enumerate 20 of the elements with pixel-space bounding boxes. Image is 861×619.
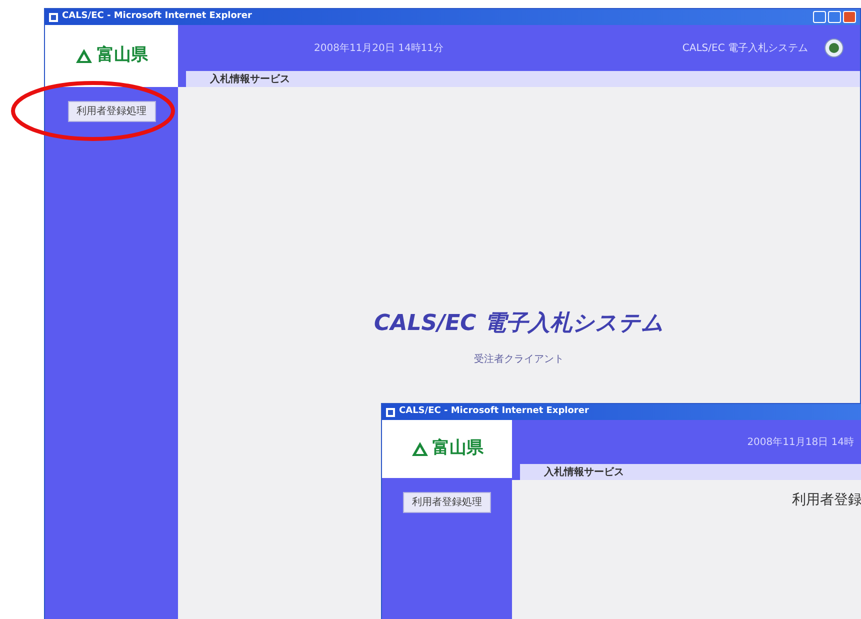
browser-icon <box>386 408 395 416</box>
window-title: CALS/EC - Microsoft Internet Explorer <box>399 405 589 418</box>
system-name: CALS/EC 電子入札システム <box>682 42 808 56</box>
mountain-logo-icon <box>410 441 428 457</box>
maximize-button[interactable] <box>828 11 841 23</box>
system-title: CALS/EC 電子入札システム <box>374 310 664 338</box>
date-time: 2008年11月18日 14時 <box>747 436 854 450</box>
sidebar-button[interactable]: 利用者登録処理 <box>68 101 156 122</box>
section-title: 入札情報サービス <box>544 466 624 480</box>
minimize-button[interactable] <box>813 11 826 23</box>
subtitle: 受注者クライアント <box>474 352 564 367</box>
logo-text: 富山県 <box>432 437 484 460</box>
window-title: CALS/EC - Microsoft Internet Explorer <box>62 10 252 24</box>
logo-text: 富山県 <box>97 44 148 68</box>
close-button[interactable] <box>843 11 856 23</box>
sidebar-button[interactable]: 利用者登録処理 <box>403 492 491 513</box>
mountain-logo-icon <box>75 48 93 64</box>
section-title: 入札情報サービス <box>210 72 290 86</box>
browser-icon <box>49 12 58 22</box>
date-time: 2008年11月20日 14時11分 <box>314 42 444 56</box>
